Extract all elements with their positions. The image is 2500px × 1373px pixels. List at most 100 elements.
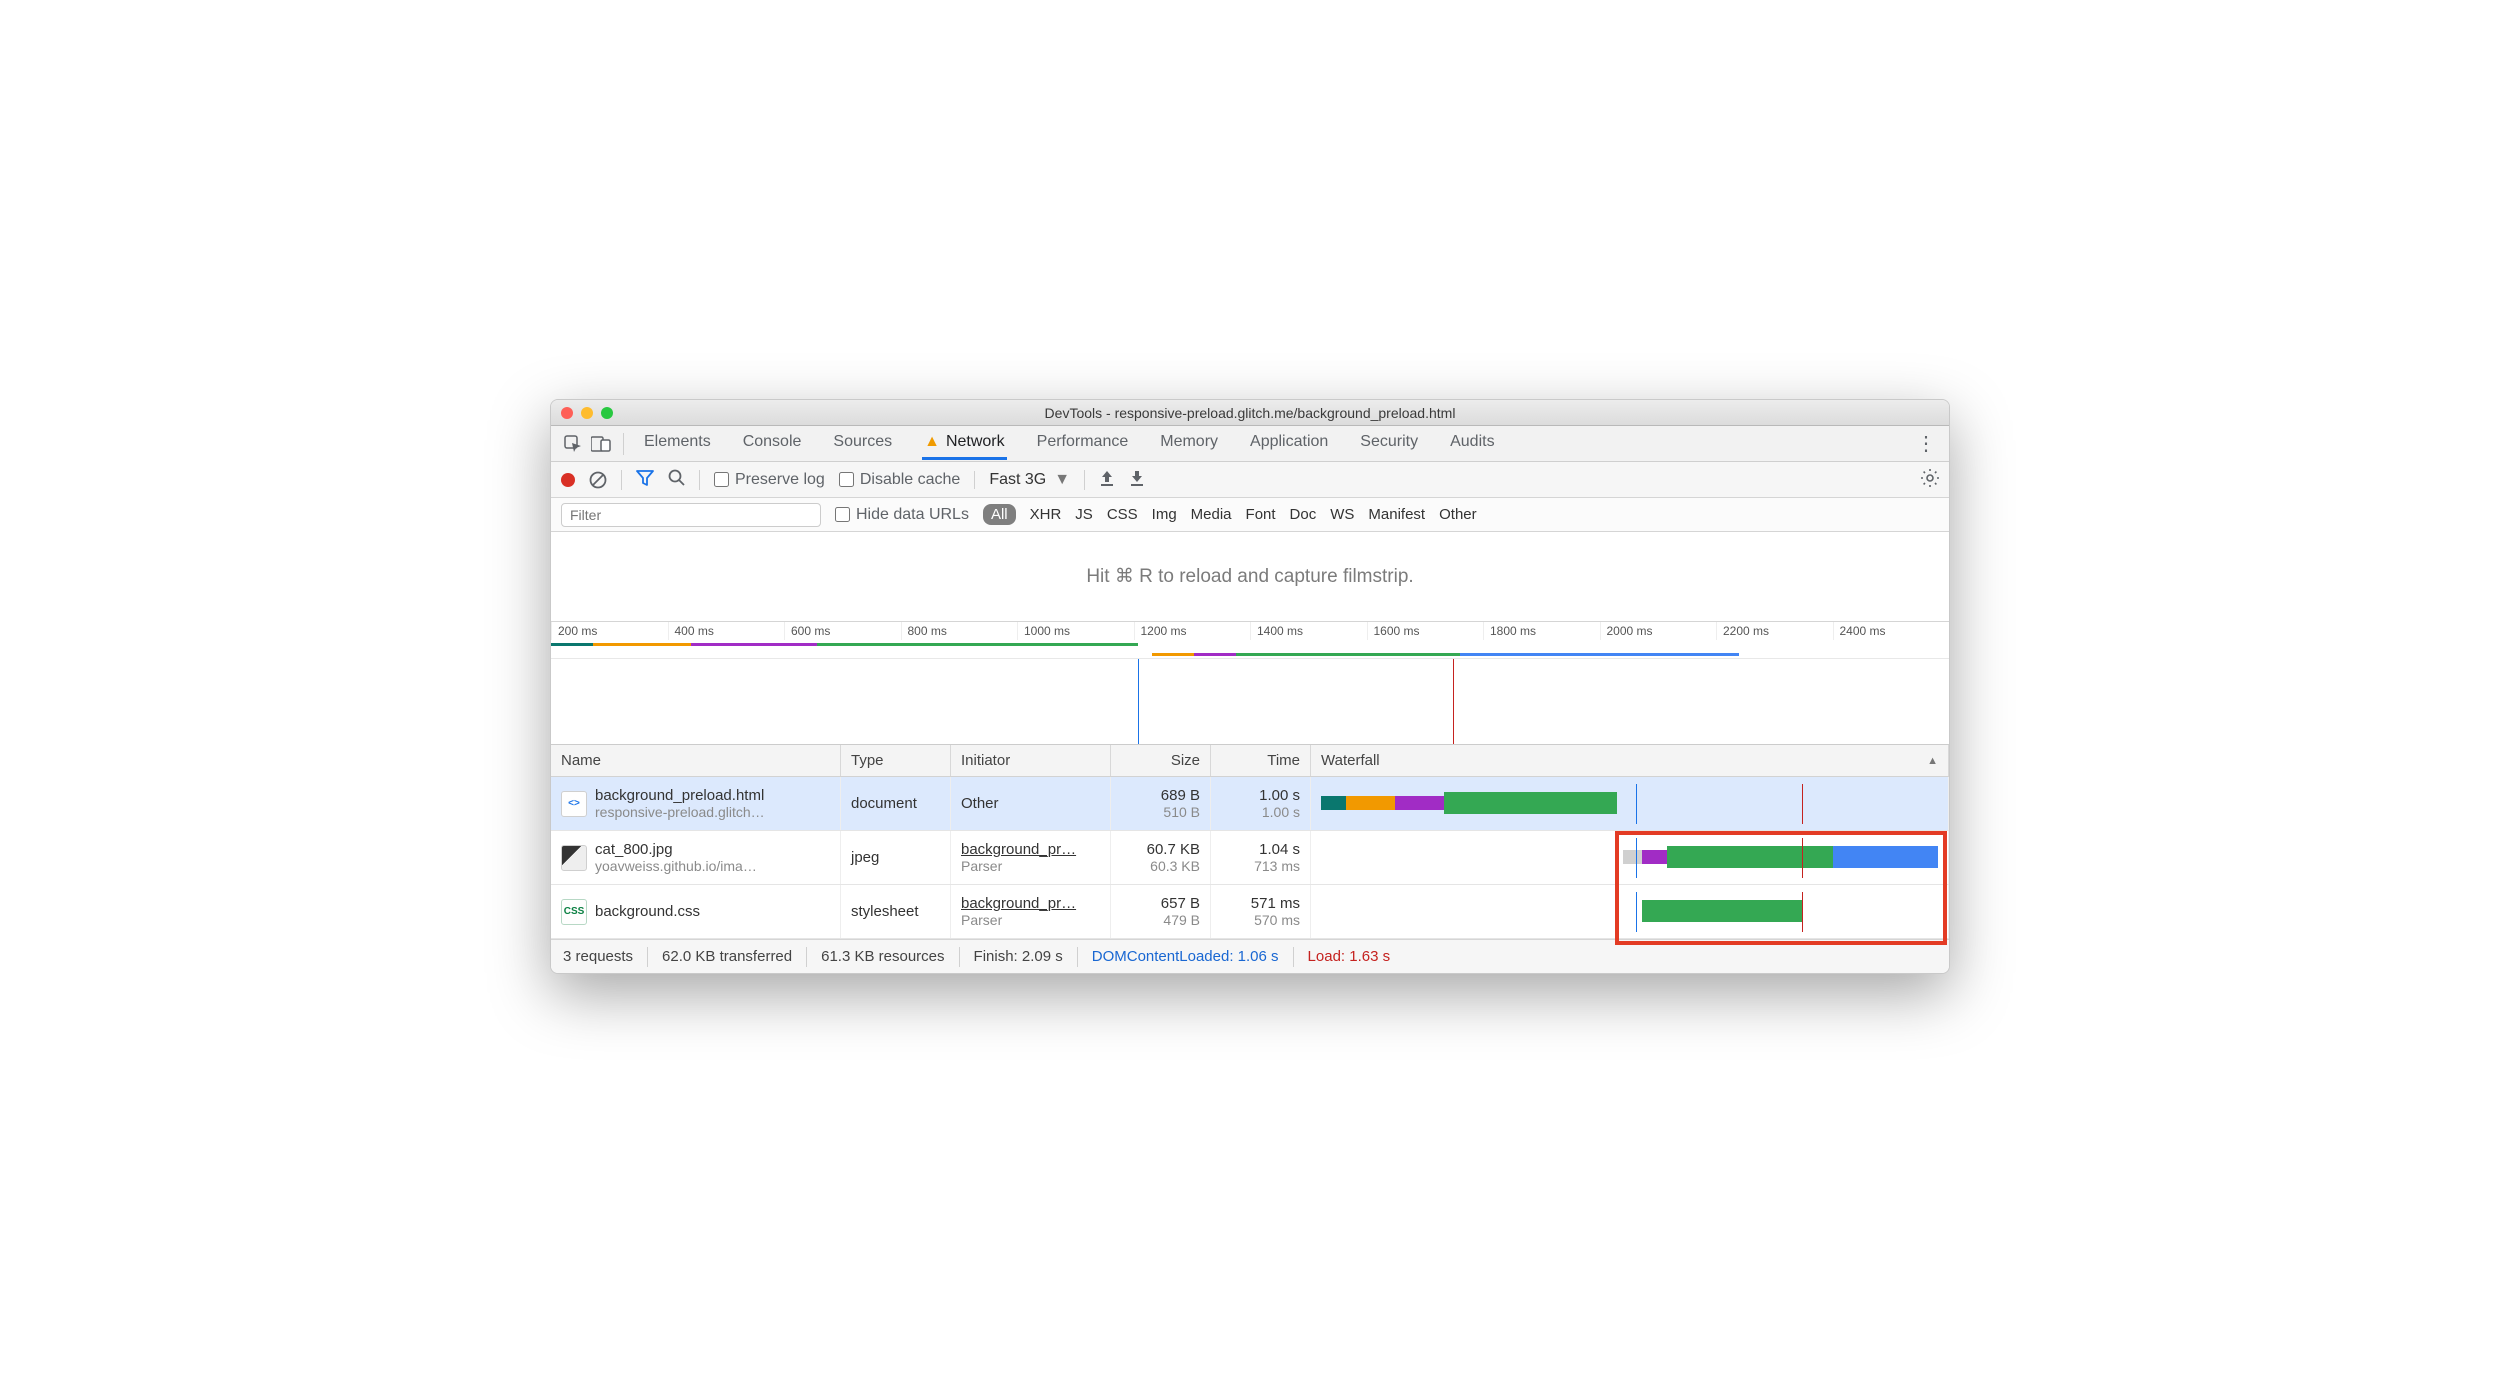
filter-type-ws[interactable]: WS — [1330, 506, 1354, 523]
overview-bar — [1152, 653, 1194, 656]
col-name[interactable]: Name — [551, 745, 841, 776]
filter-type-img[interactable]: Img — [1152, 506, 1177, 523]
filter-type-css[interactable]: CSS — [1107, 506, 1138, 523]
panel-tabs: Elements Console Sources ▲Network Performanc… — [551, 426, 1949, 462]
filmstrip-hint: Hit ⌘ R to reload and capture filmstrip. — [1086, 565, 1413, 588]
col-waterfall[interactable]: Waterfall ▲ — [1311, 745, 1949, 776]
overview-tick: 2400 ms — [1833, 622, 1950, 640]
window-controls — [561, 407, 613, 419]
timeline-overview[interactable]: 200 ms400 ms600 ms800 ms1000 ms1200 ms14… — [551, 622, 1949, 745]
requests-table: Name Type Initiator Size Time Waterfall … — [551, 745, 1949, 939]
filter-type-doc[interactable]: Doc — [1290, 506, 1317, 523]
tab-application[interactable]: Application — [1248, 427, 1330, 460]
filter-icon[interactable] — [636, 470, 654, 490]
overview-bar — [691, 643, 817, 646]
file-icon: CSS — [561, 899, 587, 925]
sort-indicator-icon: ▲ — [1927, 755, 1938, 767]
tab-sources[interactable]: Sources — [831, 427, 894, 460]
inspect-icon[interactable] — [559, 430, 587, 458]
overview-bar — [817, 643, 1139, 646]
waterfall-cell — [1321, 784, 1938, 824]
maximize-icon[interactable] — [601, 407, 613, 419]
tab-elements[interactable]: Elements — [642, 427, 713, 460]
col-type[interactable]: Type — [841, 745, 951, 776]
search-icon[interactable] — [668, 469, 685, 490]
minimize-icon[interactable] — [581, 407, 593, 419]
separator — [623, 433, 624, 455]
disable-cache-checkbox[interactable]: Disable cache — [839, 471, 961, 489]
overview-bar — [1194, 653, 1236, 656]
filter-type-xhr[interactable]: XHR — [1030, 506, 1062, 523]
window-title: DevTools - responsive-preload.glitch.me/… — [551, 405, 1949, 421]
waterfall-segment — [1444, 792, 1617, 814]
clear-icon[interactable] — [589, 471, 607, 489]
preserve-log-checkbox[interactable]: Preserve log — [714, 471, 825, 489]
overview-tick: 2200 ms — [1716, 622, 1833, 640]
overview-tick: 600 ms — [784, 622, 901, 640]
filter-input[interactable] — [561, 503, 821, 527]
hide-data-urls-checkbox[interactable]: Hide data URLs — [835, 506, 969, 524]
throttle-label: Fast 3G — [989, 471, 1046, 489]
col-size[interactable]: Size — [1111, 745, 1211, 776]
waterfall-segment — [1346, 796, 1395, 810]
initiator-link[interactable]: background_pr… — [961, 841, 1100, 858]
status-load: Load: 1.63 s — [1308, 948, 1391, 965]
file-icon: <> — [561, 791, 587, 817]
download-har-icon[interactable] — [1129, 470, 1145, 490]
hide-data-urls-label: Hide data URLs — [856, 506, 969, 524]
close-icon[interactable] — [561, 407, 573, 419]
highlight-box — [1615, 831, 1947, 945]
initiator-link[interactable]: background_pr… — [961, 895, 1100, 912]
overview-tick: 800 ms — [901, 622, 1018, 640]
filmstrip-banner: Hit ⌘ R to reload and capture filmstrip. — [551, 532, 1949, 622]
warning-icon: ▲ — [924, 433, 940, 450]
col-time[interactable]: Time — [1211, 745, 1311, 776]
col-initiator[interactable]: Initiator — [951, 745, 1111, 776]
chevron-down-icon: ▼ — [1054, 471, 1070, 489]
waterfall-segment — [1395, 796, 1444, 810]
overview-tick: 2000 ms — [1600, 622, 1717, 640]
titlebar: DevTools - responsive-preload.glitch.me/… — [551, 400, 1949, 426]
preserve-log-input[interactable] — [714, 472, 729, 487]
filter-type-font[interactable]: Font — [1246, 506, 1276, 523]
overview-tick: 1000 ms — [1017, 622, 1134, 640]
filter-row: Hide data URLs All XHR JS CSS Img Media Font D… — [551, 498, 1949, 532]
file-icon — [561, 845, 587, 871]
filter-type-all[interactable]: All — [983, 504, 1016, 525]
status-finish: Finish: 2.09 s — [974, 948, 1063, 965]
overview-bar — [551, 643, 593, 646]
overview-tick: 1800 ms — [1483, 622, 1600, 640]
request-name: background.css — [595, 903, 700, 920]
preserve-log-label: Preserve log — [735, 471, 825, 489]
disable-cache-label: Disable cache — [860, 471, 961, 489]
tab-security[interactable]: Security — [1358, 427, 1420, 460]
tab-audits[interactable]: Audits — [1448, 427, 1496, 460]
device-toggle-icon[interactable] — [587, 430, 615, 458]
overview-tick: 400 ms — [668, 622, 785, 640]
tab-network[interactable]: ▲Network — [922, 427, 1007, 460]
table-row[interactable]: <>background_preload.htmlresponsive-prel… — [551, 777, 1949, 831]
waterfall-segment — [1321, 796, 1346, 810]
status-transferred: 62.0 KB transferred — [662, 948, 792, 965]
filter-type-js[interactable]: JS — [1075, 506, 1093, 523]
overview-tick: 1200 ms — [1134, 622, 1251, 640]
kebab-menu-icon[interactable]: ⋮ — [1913, 430, 1941, 458]
tab-console[interactable]: Console — [741, 427, 804, 460]
tab-performance[interactable]: Performance — [1035, 427, 1131, 460]
filter-type-media[interactable]: Media — [1191, 506, 1232, 523]
overview-marker — [1453, 659, 1454, 744]
disable-cache-input[interactable] — [839, 472, 854, 487]
settings-icon[interactable] — [1921, 469, 1939, 491]
throttle-select[interactable]: Fast 3G ▼ — [974, 471, 1070, 489]
tab-memory[interactable]: Memory — [1158, 427, 1220, 460]
request-name: cat_800.jpg — [595, 841, 757, 858]
filter-type-other[interactable]: Other — [1439, 506, 1477, 523]
waterfall-marker — [1802, 784, 1803, 824]
hide-data-urls-input[interactable] — [835, 507, 850, 522]
overview-bar — [1236, 653, 1460, 656]
table-header: Name Type Initiator Size Time Waterfall … — [551, 745, 1949, 777]
record-button[interactable] — [561, 473, 575, 487]
upload-har-icon[interactable] — [1099, 470, 1115, 490]
overview-marker — [1138, 659, 1139, 744]
filter-type-manifest[interactable]: Manifest — [1368, 506, 1425, 523]
